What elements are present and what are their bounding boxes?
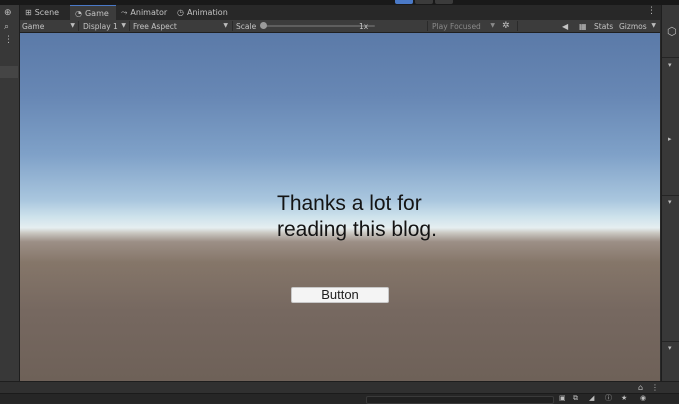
animator-icon: ⤳ [121,7,128,17]
foldout-arrow-icon[interactable]: ▾ [668,344,672,352]
selected-row[interactable] [0,66,18,78]
divider [427,21,428,31]
search-input[interactable] [366,396,554,404]
gamepad-icon: ◔ [75,8,82,18]
tab-label: Game [84,8,109,18]
tab-label: Scene [34,8,60,17]
tab-animator[interactable]: ⤳ Animator [116,5,172,20]
step-button[interactable] [435,0,453,4]
pause-button[interactable] [415,0,433,4]
divider [662,195,679,196]
gizmos-label: Gizmos [619,21,647,31]
more-icon[interactable]: ⋮ [4,35,13,45]
tab-animation[interactable]: ◷ Animation [172,5,234,20]
play-button[interactable] [395,0,413,4]
game-view[interactable]: Thanks a lot for reading this blog. Butt… [20,33,660,381]
more-icon[interactable]: ⋮ [647,6,656,16]
project-panel-header: ⌂ ⋮ [0,382,679,393]
tab-label: Animation [186,8,228,17]
lock-icon[interactable]: ⊕ [4,8,12,18]
hierarchy-panel-edge: ⊕ ⌕ ⋮ [0,5,20,381]
dropdown-arrow-icon: ▼ [651,22,656,29]
scale-slider-thumb[interactable] [260,22,267,29]
tab-scene[interactable]: ⊞ Scene [20,5,70,20]
keyboard-icon[interactable]: ▦ [579,20,591,32]
stats-button[interactable]: Stats [594,20,616,32]
divider [662,57,679,58]
display-label: Display 1 [83,21,118,31]
dropdown-arrow-icon: ▼ [70,22,75,29]
divider [78,21,79,31]
speaker-icon[interactable]: ◀ [562,20,574,32]
foldout-arrow-icon[interactable]: ▾ [668,61,672,69]
scale-value: 1x [359,21,369,31]
divider [129,21,130,31]
search-icon[interactable]: ⌕ [4,22,9,32]
play-mode-dropdown[interactable]: Play Focused ▼ [432,20,498,32]
tab-bar: ⊞ Scene ◔ Game ⤳ Animator ◷ Animation ⋮ [20,5,660,20]
dropdown-arrow-icon: ▼ [490,22,495,29]
foldout-arrow-icon[interactable]: ▾ [668,198,672,206]
tab-label: Animator [130,8,168,17]
display-mode-dropdown[interactable]: Game ▼ [22,20,78,32]
divider [662,341,679,342]
tab-game[interactable]: ◔ Game [70,5,116,20]
aspect-dropdown[interactable]: Free Aspect ▼ [133,20,231,32]
dropdown-arrow-icon: ▼ [223,22,228,29]
ui-button[interactable]: Button [291,287,389,303]
ui-text: Thanks a lot for reading this blog. [277,192,437,241]
cube-icon: ⬡ [667,25,677,38]
game-toolbar: Game ▼ Display 1 ▼ Free Aspect ▼ Scale 1… [20,20,660,33]
lock-icon[interactable]: ⌂ [638,382,643,393]
inspector-panel-edge: ⬡ ▾ ▸ ▾ ▾ [661,5,679,381]
grid-icon: ⊞ [25,8,32,17]
foldout-arrow-icon[interactable]: ▸ [668,135,672,143]
divider [232,21,233,31]
play-mode-label: Play Focused [432,21,481,31]
display-dropdown[interactable]: Display 1 ▼ [83,20,129,32]
divider [517,21,518,31]
more-icon[interactable]: ⋮ [651,382,659,393]
aspect-label: Free Aspect [133,21,177,31]
clock-icon: ◷ [177,8,184,17]
display-mode-label: Game [22,21,45,31]
bug-icon[interactable]: ✲ [502,20,514,32]
dropdown-arrow-icon: ▼ [121,22,126,29]
gizmos-dropdown[interactable]: Gizmos ▼ [619,20,659,32]
scale-label: Scale [236,21,257,31]
